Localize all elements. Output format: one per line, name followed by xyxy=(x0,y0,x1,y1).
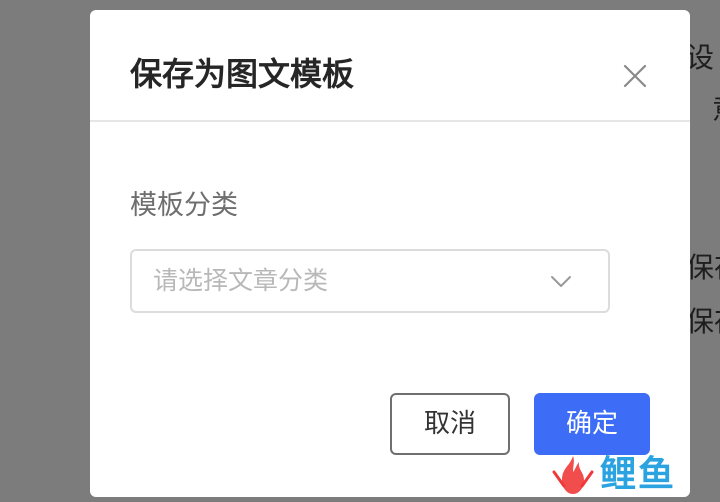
dialog-header: 保存为图文模板 xyxy=(90,10,690,122)
category-select-placeholder: 请选择文章分类 xyxy=(153,266,329,295)
background-text: 保存 xyxy=(686,305,720,338)
category-label: 模板分类 xyxy=(130,190,238,221)
cancel-button[interactable]: 取消 xyxy=(390,393,510,455)
dialog-title: 保存为图文模板 xyxy=(130,55,355,93)
close-button[interactable] xyxy=(621,62,649,90)
background-text: 设 xyxy=(686,41,715,74)
fire-icon xyxy=(552,456,594,494)
watermark-text: 鲤鱼 xyxy=(600,454,677,495)
category-select[interactable]: 请选择文章分类 xyxy=(130,249,610,313)
background-text: 意 xyxy=(712,94,720,126)
close-icon xyxy=(623,64,647,88)
confirm-button[interactable]: 确定 xyxy=(534,393,650,455)
background-text: 保存 xyxy=(686,251,720,284)
chevron-down-icon xyxy=(551,276,571,287)
watermark-logo: 鲤鱼 xyxy=(548,452,694,498)
save-template-dialog: 保存为图文模板 模板分类 请选择文章分类 取消 确定 xyxy=(90,10,690,497)
